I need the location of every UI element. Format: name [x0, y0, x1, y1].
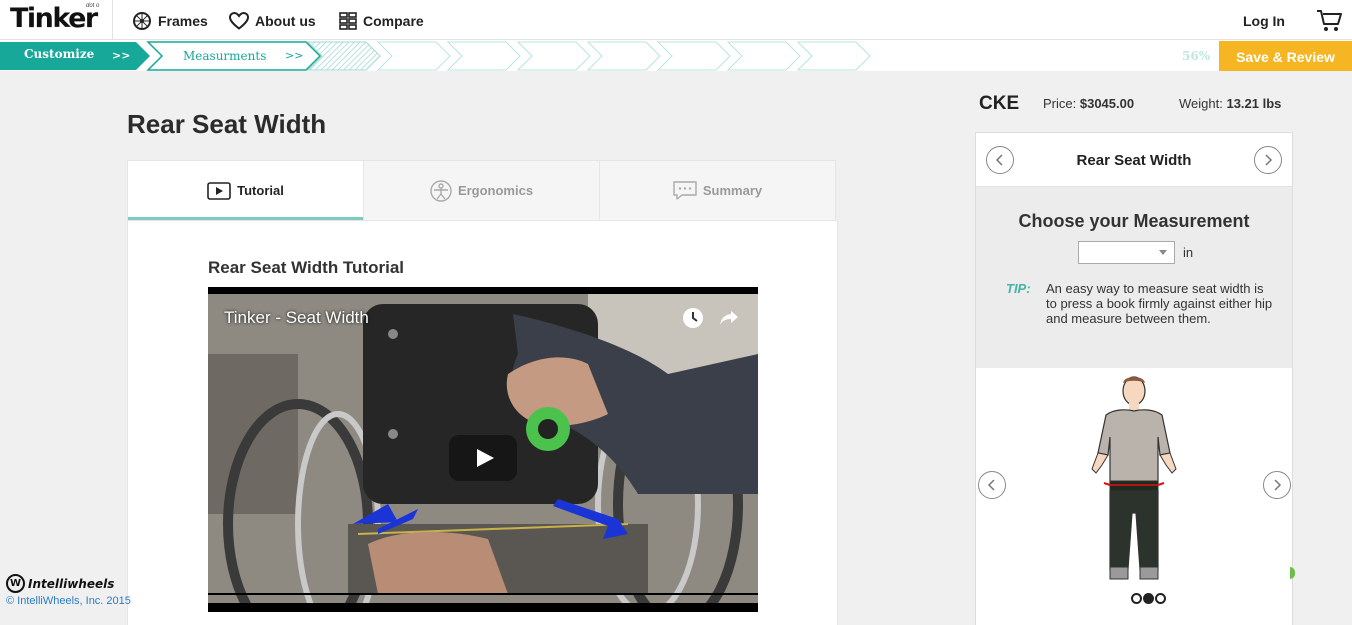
step-measurements-arrows: >>: [285, 49, 304, 62]
chevron-left-icon: [987, 479, 995, 491]
next-image-button[interactable]: [1263, 471, 1291, 499]
weight-label: Weight:: [1179, 96, 1223, 111]
measurement-select[interactable]: [1078, 241, 1175, 264]
nav-divider: [112, 0, 113, 40]
step-measurements-label: Measurments: [183, 49, 267, 63]
compare-grid-icon: [339, 12, 357, 30]
cart-button[interactable]: [1316, 9, 1342, 38]
nav-about-label: About us: [255, 13, 316, 29]
login-link[interactable]: Log In: [1243, 13, 1285, 29]
weight-value: 13.21 lbs: [1226, 96, 1282, 111]
step-customize[interactable]: Customize >>: [0, 42, 150, 70]
tutorial-title: Rear Seat Width Tutorial: [208, 258, 404, 277]
heart-icon: [229, 12, 249, 30]
nav-compare[interactable]: Compare: [339, 11, 424, 31]
progress-percent: 56%: [1182, 49, 1211, 63]
prev-image-button[interactable]: [978, 471, 1006, 499]
tab-summary[interactable]: Summary: [600, 161, 835, 220]
chevron-right-icon: [1265, 154, 1273, 166]
choose-measurement-heading: Choose your Measurement: [1018, 211, 1250, 231]
chevron-right-icon: [1274, 479, 1282, 491]
body-measurement-illustration: [1091, 376, 1177, 580]
nav-frames-label: Frames: [158, 13, 208, 29]
logo-superscript: dot o: [86, 3, 100, 9]
wheel-icon: [133, 12, 151, 30]
cart-icon: [1317, 10, 1342, 31]
measurement-input-box: Choose your Measurement in TIP: An easy …: [976, 187, 1292, 368]
tip-text: An easy way to measure seat width is to …: [1046, 281, 1273, 326]
intelliwheels-wordmark: Intelliwheels: [28, 576, 115, 591]
measurement-title: Rear Seat Width: [1076, 152, 1192, 169]
save-review-button[interactable]: Save & Review: [1219, 41, 1352, 71]
page-title: Rear Seat Width: [127, 109, 327, 139]
chat-widget-edge[interactable]: [1290, 567, 1295, 579]
tutorial-panel: Rear Seat Width Tutorial Tinker - Seat W…: [127, 220, 838, 625]
share-icon[interactable]: [718, 307, 740, 329]
tab-ergonomics-label: Ergonomics: [457, 183, 534, 198]
video-frame: Tinker - Seat Width: [208, 294, 758, 612]
measurement-panel: Rear Seat Width Choose your Measurement …: [975, 132, 1293, 625]
price-display: Price: $3045.00: [1043, 96, 1134, 111]
copyright: © IntelliWheels, Inc. 2015: [6, 595, 131, 607]
tab-summary-label: Summary: [702, 183, 763, 198]
tab-tutorial-label: Tutorial: [237, 183, 284, 198]
video-play-button[interactable]: [449, 435, 517, 481]
tutorial-video[interactable]: Tinker - Seat Width: [208, 287, 758, 612]
vitruvian-icon: [430, 179, 452, 202]
nav-frames[interactable]: Frames: [132, 11, 208, 31]
nav-about-us[interactable]: About us: [229, 11, 316, 31]
top-navbar: Tinker dot o Frames About us Compare Log…: [0, 0, 1352, 40]
pagination-dot-active[interactable]: [1143, 593, 1154, 604]
next-measurement-button[interactable]: [1254, 146, 1282, 174]
clock-icon[interactable]: [682, 307, 704, 329]
nav-compare-label: Compare: [363, 13, 424, 29]
pagination-dot[interactable]: [1155, 593, 1166, 604]
tab-tutorial[interactable]: Tutorial: [128, 161, 364, 220]
video-controls: [682, 307, 740, 329]
pagination-dot[interactable]: [1131, 593, 1142, 604]
tab-bar: Tutorial Ergonomics Summary: [127, 160, 836, 220]
play-icon: [207, 181, 231, 200]
image-pagination: [1131, 593, 1166, 604]
video-title: Tinker - Seat Width: [224, 308, 369, 327]
chat-icon: [673, 180, 697, 200]
price-value: $3045.00: [1079, 96, 1135, 111]
tip-label: TIP:: [1006, 281, 1031, 296]
step-customize-label: Customize: [24, 47, 95, 61]
intelliwheels-logo-icon: W: [6, 574, 25, 593]
tab-ergonomics[interactable]: Ergonomics: [364, 161, 600, 220]
progress-bar: Customize >> Measurments >> 56% Save & R…: [0, 40, 1352, 71]
weight-display: Weight: 13.21 lbs: [1179, 96, 1281, 111]
tinker-logo[interactable]: Tinker: [10, 3, 98, 34]
price-label: Price:: [1043, 96, 1077, 111]
measurement-header: Rear Seat Width: [976, 133, 1292, 187]
intelliwheels-brand[interactable]: W Intelliwheels: [6, 574, 114, 593]
model-name: CKE: [979, 93, 1020, 114]
step-measurements[interactable]: Measurments >>: [148, 42, 318, 63]
step-customize-arrows: >>: [112, 49, 131, 62]
measurement-unit: in: [1183, 245, 1194, 260]
